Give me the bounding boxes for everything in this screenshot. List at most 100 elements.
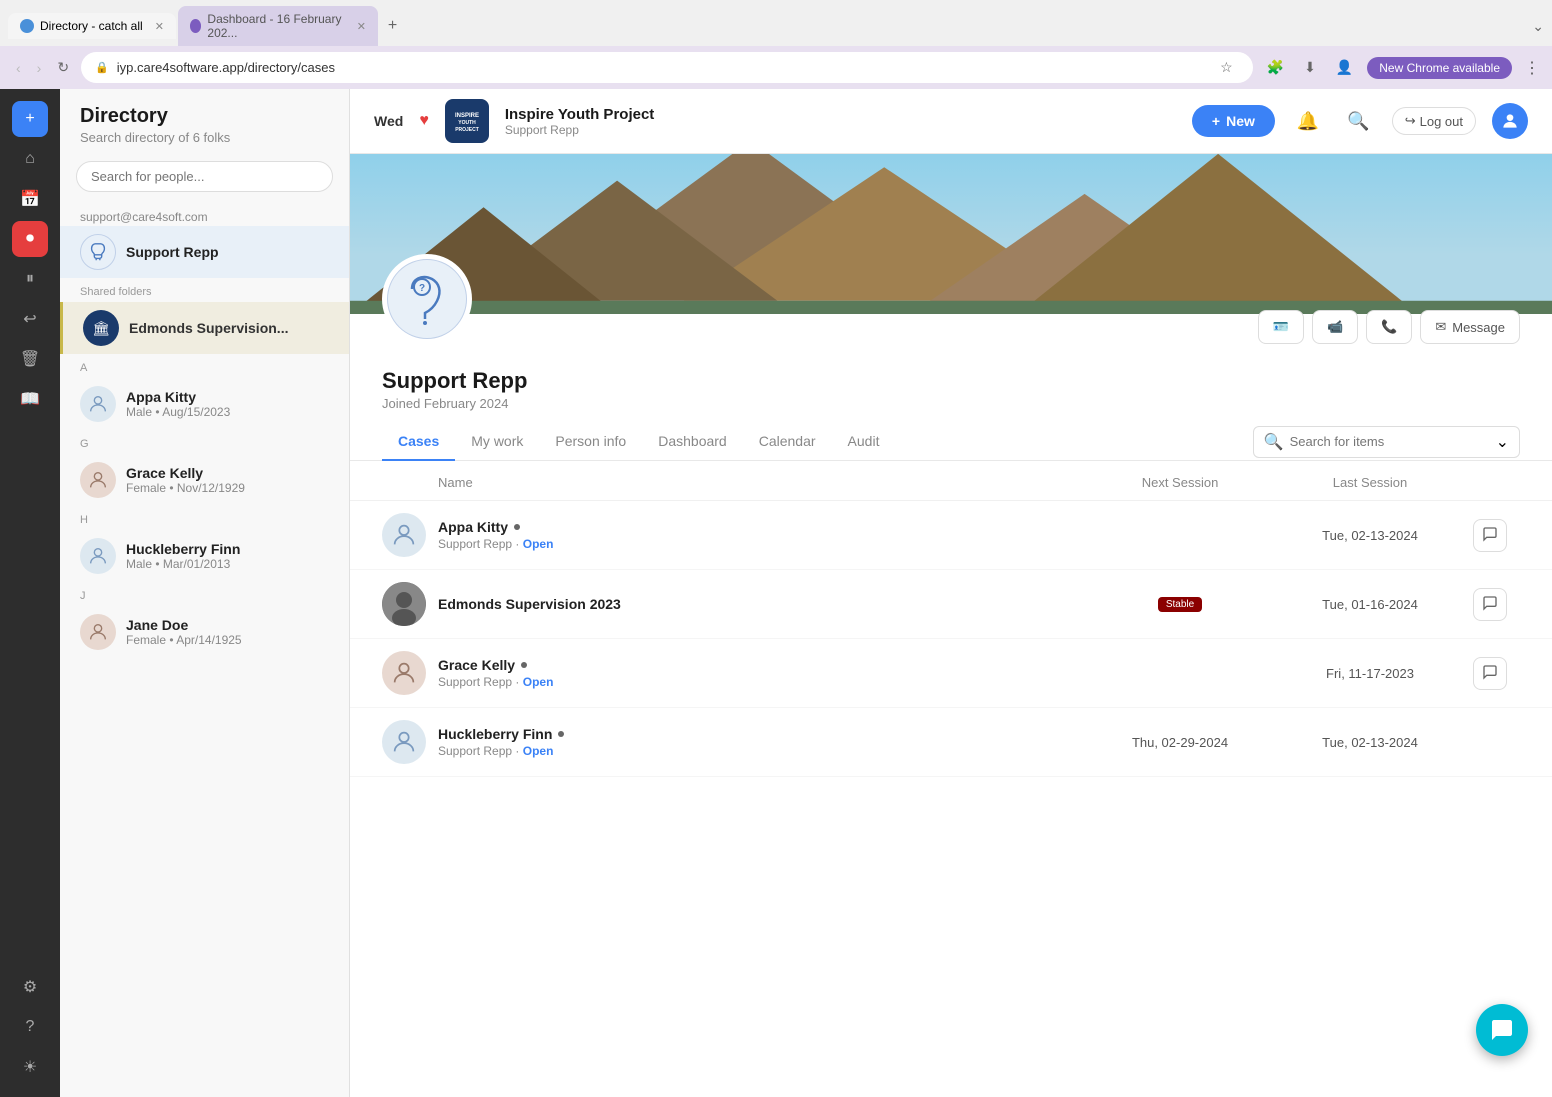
phone-button[interactable]: 📞: [1366, 310, 1412, 344]
sidebar-item-edmonds[interactable]: 🏛 Edmonds Supervision...: [60, 302, 349, 354]
user-avatar-button[interactable]: [1492, 103, 1528, 139]
browser-tab-bar: Directory - catch all ✕ Dashboard - 16 F…: [0, 0, 1552, 46]
search-input[interactable]: [76, 161, 333, 192]
appa-kitty-case-avatar: [382, 513, 426, 557]
edmonds-case-name: Edmonds Supervision 2023: [438, 596, 1080, 612]
rail-book-icon[interactable]: 📖: [12, 381, 48, 417]
sidebar-email: support@care4soft.com: [60, 204, 349, 226]
star-icon[interactable]: ☆: [1214, 57, 1239, 78]
app-container: + ⌂ 📅 ⏺ ⏸ ↩ 🗑 📖 ⚙ ? ☀ Directory Search d…: [0, 89, 1552, 1097]
tab-dashboard[interactable]: Dashboard - 16 February 202... ✕: [178, 6, 378, 46]
float-chat-button[interactable]: [1476, 1004, 1528, 1056]
cases-search-input[interactable]: [1290, 434, 1490, 449]
col-next-header: Next Session: [1080, 475, 1280, 490]
support-repp-label: Support Repp: [126, 244, 219, 260]
message-label: Message: [1452, 320, 1505, 335]
tabs-search-area: 🔍 ⌄: [1253, 426, 1520, 458]
new-tab-button[interactable]: +: [380, 13, 405, 39]
appa-kitty-info: Appa Kitty Male • Aug/15/2023: [126, 389, 329, 419]
main-content: Wed ♥ INSPIRE YOUTH PROJECT Inspire Yout…: [350, 89, 1552, 1097]
tab-my-work[interactable]: My work: [455, 423, 539, 461]
extensions-icon[interactable]: 🧩: [1261, 57, 1290, 78]
appa-kitty-case-info: Appa Kitty Support Repp · Open: [426, 519, 1080, 551]
rail-pause-icon[interactable]: ⏸: [12, 261, 48, 297]
cases-table-header: Name Next Session Last Session: [350, 465, 1552, 501]
header-heart: ♥: [419, 112, 429, 130]
grace-kelly-case-meta: Support Repp · Open: [438, 675, 1080, 689]
tab-close-directory[interactable]: ✕: [155, 20, 164, 33]
grace-kelly-avatar: [80, 462, 116, 498]
tab-label-directory: Directory - catch all: [40, 19, 143, 33]
profile-icon[interactable]: 👤: [1330, 57, 1359, 78]
profile-header-row: ? 🪪 📹 📞 ✉ Message: [350, 254, 1552, 360]
tab-label-dashboard: Dashboard - 16 February 202...: [207, 12, 344, 40]
download-icon[interactable]: ⬇: [1298, 57, 1322, 78]
huckleberry-case-info: Huckleberry Finn Support Repp · Open: [426, 726, 1080, 758]
edmonds-chat-button[interactable]: [1473, 588, 1507, 621]
grace-kelly-name: Grace Kelly: [126, 465, 329, 481]
forward-button[interactable]: ›: [33, 56, 46, 80]
tab-calendar[interactable]: Calendar: [743, 423, 832, 461]
tabs-search-icon: 🔍: [1264, 432, 1284, 452]
tab-directory[interactable]: Directory - catch all ✕: [8, 13, 176, 39]
logout-icon: ↪: [1405, 113, 1416, 129]
org-name: Inspire Youth Project: [505, 106, 654, 123]
address-bar-row: ‹ › ↻ 🔒 iyp.care4software.app/directory/…: [0, 46, 1552, 89]
tab-person-info[interactable]: Person info: [539, 423, 642, 461]
rail-calendar-icon[interactable]: 📅: [12, 181, 48, 217]
rail-add-button[interactable]: +: [12, 101, 48, 137]
table-row[interactable]: Appa Kitty Support Repp · Open Tue, 02-1…: [350, 501, 1552, 570]
org-role: Support Repp: [505, 123, 654, 137]
rail-settings-icon[interactable]: ⚙: [12, 969, 48, 1005]
tab-overflow-button[interactable]: ⌄: [1532, 18, 1544, 35]
tab-audit[interactable]: Audit: [832, 423, 896, 461]
header-day: Wed: [374, 113, 403, 129]
section-j-label: J: [60, 582, 349, 606]
profile-avatar: ?: [382, 254, 472, 344]
svg-text:?: ?: [419, 283, 425, 294]
sidebar-item-huckleberry[interactable]: Huckleberry Finn Male • Mar/01/2013: [60, 530, 349, 582]
grace-kelly-chat-button[interactable]: [1473, 657, 1507, 690]
huckleberry-next-session: Thu, 02-29-2024: [1080, 735, 1280, 750]
tab-dashboard[interactable]: Dashboard: [642, 423, 743, 461]
table-row[interactable]: Huckleberry Finn Support Repp · Open Thu…: [350, 708, 1552, 777]
reload-button[interactable]: ↻: [53, 55, 73, 80]
appa-kitty-chat-button[interactable]: [1473, 519, 1507, 552]
search-expand-icon[interactable]: ⌄: [1496, 432, 1509, 452]
back-button[interactable]: ‹: [12, 56, 25, 80]
section-a-label: A: [60, 354, 349, 378]
table-row[interactable]: Edmonds Supervision 2023 Stable Tue, 01-…: [350, 570, 1552, 639]
tab-close-dashboard[interactable]: ✕: [357, 20, 366, 33]
notification-button[interactable]: 🔔: [1291, 105, 1325, 138]
sidebar-item-appa-kitty[interactable]: Appa Kitty Male • Aug/15/2023: [60, 378, 349, 430]
rail-delete-icon[interactable]: 🗑: [12, 341, 48, 377]
chrome-available-button[interactable]: New Chrome available: [1367, 57, 1512, 79]
search-button[interactable]: 🔍: [1341, 105, 1375, 138]
address-bar[interactable]: 🔒 iyp.care4software.app/directory/cases …: [81, 52, 1253, 83]
logout-button[interactable]: ↪ Log out: [1392, 107, 1476, 135]
message-button[interactable]: ✉ Message: [1420, 310, 1520, 344]
browser-menu-button[interactable]: ⋮: [1524, 58, 1540, 78]
sidebar-item-jane-doe[interactable]: Jane Doe Female • Apr/14/1925: [60, 606, 349, 658]
rail-record-icon[interactable]: ⏺: [12, 221, 48, 257]
new-button-plus: +: [1212, 113, 1220, 129]
video-button[interactable]: 📹: [1312, 310, 1358, 344]
sidebar-item-support-repp[interactable]: Support Repp: [60, 226, 349, 278]
rail-back-icon[interactable]: ↩: [12, 301, 48, 337]
profile-area: ? 🪪 📹 📞 ✉ Message: [350, 154, 1552, 1097]
sidebar-scroll: support@care4soft.com Support Repp Share…: [60, 204, 349, 1097]
org-info: Inspire Youth Project Support Repp: [505, 106, 654, 137]
section-g-label: G: [60, 430, 349, 454]
jane-doe-info: Jane Doe Female • Apr/14/1925: [126, 617, 329, 647]
rail-help-icon[interactable]: ?: [12, 1009, 48, 1045]
new-button[interactable]: + New: [1192, 105, 1275, 137]
huckleberry-info: Huckleberry Finn Male • Mar/01/2013: [126, 541, 329, 571]
rail-home-icon[interactable]: ⌂: [12, 141, 48, 177]
id-card-button[interactable]: 🪪: [1258, 310, 1304, 344]
tab-cases[interactable]: Cases: [382, 423, 455, 461]
sidebar-item-grace-kelly[interactable]: Grace Kelly Female • Nov/12/1929: [60, 454, 349, 506]
browser-chrome: Directory - catch all ✕ Dashboard - 16 F…: [0, 0, 1552, 89]
tab-favicon-dashboard: [190, 19, 201, 33]
profile-actions: 🪪 📹 📞 ✉ Message: [1258, 310, 1520, 344]
table-row[interactable]: Grace Kelly Support Repp · Open Fri, 11-…: [350, 639, 1552, 708]
